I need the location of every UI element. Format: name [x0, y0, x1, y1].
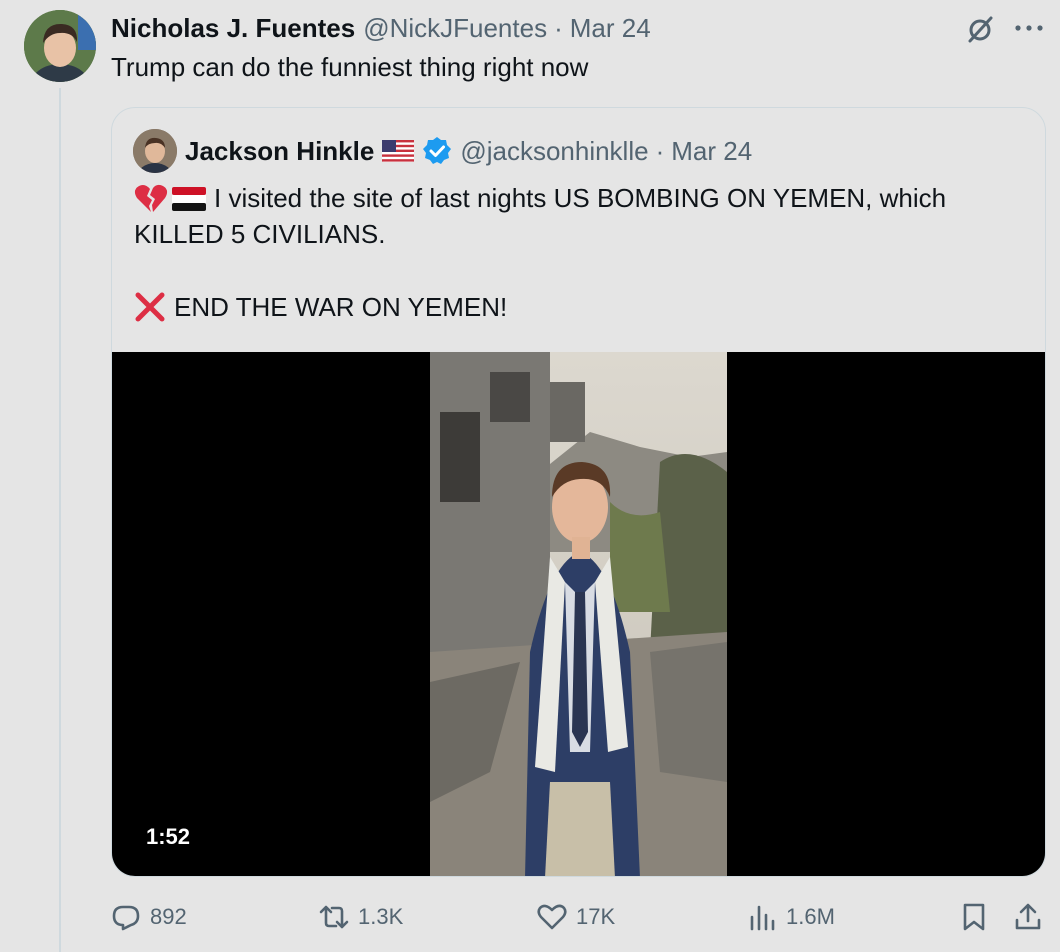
views-icon [750, 905, 775, 931]
reply-button[interactable]: 892 [110, 897, 187, 937]
quote-author-handle[interactable]: @jacksonhinklle [460, 136, 648, 167]
thread-line [59, 88, 61, 952]
more-icon[interactable] [1014, 22, 1044, 34]
quote-text-2: KILLED 5 CIVILIANS. [134, 219, 386, 249]
quote-text-line-2: KILLED 5 CIVILIANS. [134, 219, 385, 250]
bookmark-icon [963, 903, 985, 931]
action-bar: 892 1.3K 17K 1.6M [110, 897, 1050, 937]
us-flag-icon [382, 140, 415, 162]
retweet-count: 1.3K [358, 904, 404, 929]
broken-heart-icon [134, 184, 168, 212]
share-icon [1015, 903, 1041, 930]
share-button[interactable] [1012, 897, 1052, 937]
grok-icon[interactable] [964, 14, 996, 46]
tweet-date[interactable]: Mar 24 [570, 13, 651, 44]
heart-icon [537, 904, 567, 930]
quote-date[interactable]: Mar 24 [671, 136, 752, 167]
quote-text-line-3: END THE WAR ON YEMEN! [134, 291, 507, 323]
tweet-text: Trump can do the funniest thing right no… [111, 52, 589, 82]
video-duration: 1:52 [136, 820, 201, 854]
separator: · [554, 12, 563, 43]
red-x-icon [135, 292, 165, 322]
quoted-tweet[interactable]: Jackson Hinkle @jacksonhinklle · Mar 24 [111, 107, 1046, 877]
yemen-flag-icon [172, 186, 206, 211]
like-count: 17K [576, 904, 616, 929]
quote-author-name[interactable]: Jackson Hinkle [185, 136, 374, 167]
like-button[interactable]: 17K [536, 897, 615, 937]
quote-header: Jackson Hinkle @jacksonhinklle · Mar 24 [133, 128, 752, 174]
tweet-header: Nicholas J. Fuentes @NickJFuentes · Mar … [111, 12, 651, 44]
video-player[interactable]: 1:52 [112, 352, 1045, 876]
quote-separator: · [655, 135, 665, 166]
author-name[interactable]: Nicholas J. Fuentes [111, 13, 355, 44]
verified-badge-icon[interactable] [422, 136, 452, 166]
quote-text-3: END THE WAR ON YEMEN! [174, 291, 508, 322]
author-handle[interactable]: @NickJFuentes [363, 13, 547, 44]
quote-text-line-1: I visited the site of last nights US BOM… [134, 183, 946, 214]
retweet-button[interactable]: 1.3K [318, 897, 403, 937]
views-button[interactable]: 1.6M [746, 897, 835, 937]
video-thumbnail [430, 352, 727, 876]
reply-count: 892 [150, 904, 187, 929]
reply-icon [112, 905, 140, 931]
quote-avatar[interactable] [133, 129, 177, 173]
views-count: 1.6M [786, 904, 835, 929]
quote-text-1: I visited the site of last nights US BOM… [214, 183, 947, 213]
author-avatar[interactable] [24, 10, 96, 82]
bookmark-button[interactable] [958, 897, 998, 937]
retweet-icon [319, 905, 349, 929]
